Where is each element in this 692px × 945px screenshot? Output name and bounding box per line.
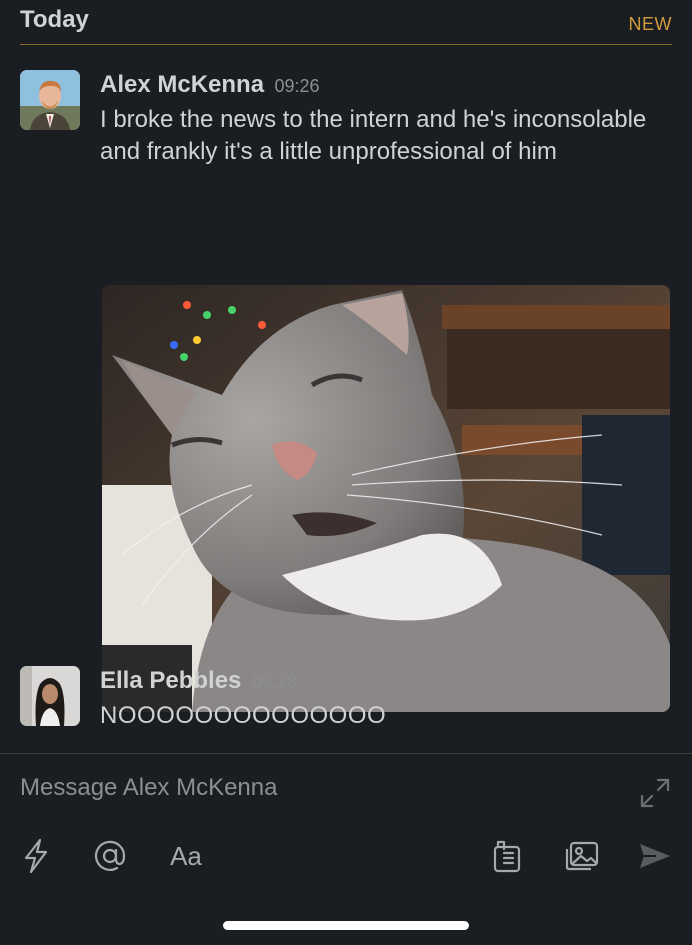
files-icon[interactable]: [490, 837, 524, 875]
message-input[interactable]: [20, 774, 620, 802]
at-icon[interactable]: [92, 837, 128, 875]
send-icon[interactable]: [637, 837, 673, 875]
timestamp: 09:28: [251, 672, 297, 692]
home-indicator[interactable]: [223, 921, 469, 930]
expand-icon[interactable]: [638, 776, 672, 810]
message-content: Alex McKenna 09:26 I broke the news to t…: [100, 70, 672, 168]
message-header: Ella Pebbles 09:28: [100, 666, 672, 696]
image-attachment[interactable]: [102, 285, 670, 712]
message-text: NOOOOOOOOOOOOOO: [100, 702, 387, 729]
format-text-button[interactable]: Aa: [164, 837, 208, 875]
photo-icon[interactable]: [563, 837, 601, 875]
avatar[interactable]: [20, 666, 80, 726]
author-name[interactable]: Alex McKenna: [100, 71, 264, 98]
timestamp: 09:26: [274, 76, 320, 96]
message-content: Ella Pebbles 09:28 NOOOOOOOOOOOOOO: [100, 666, 672, 732]
new-messages-label[interactable]: NEW: [629, 14, 673, 35]
author-name[interactable]: Ella Pebbles: [100, 667, 241, 694]
lightning-icon[interactable]: [20, 837, 52, 875]
day-label: Today: [20, 6, 89, 33]
day-divider: Today NEW: [20, 0, 672, 45]
avatar[interactable]: [20, 70, 80, 130]
dm-screen: Today NEW Alex McKenna 09:26 I broke the…: [0, 0, 692, 945]
message-header: Alex McKenna 09:26: [100, 70, 672, 100]
message-text: I broke the news to the intern and he's …: [100, 106, 647, 165]
message-composer: Aa: [0, 753, 692, 945]
